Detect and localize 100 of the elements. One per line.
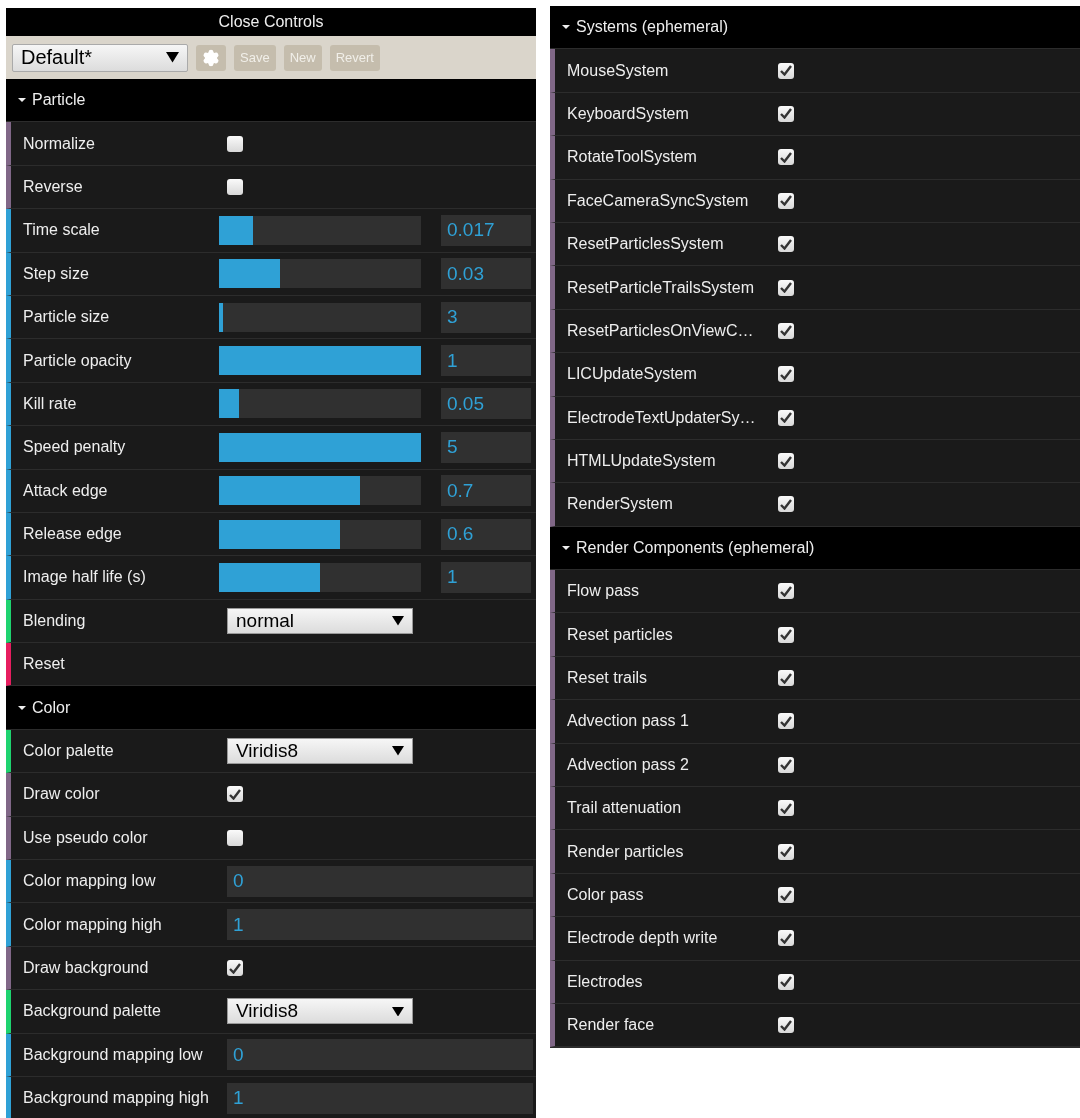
control-label: Time scale (23, 221, 101, 240)
control-label: MouseSystem (567, 61, 670, 80)
control-label: Trail attenuation (567, 799, 683, 818)
number-field[interactable]: 0.017 (441, 214, 531, 246)
checkbox[interactable] (778, 670, 794, 687)
checkbox[interactable] (227, 829, 243, 846)
control-label: Step size (23, 264, 90, 283)
control-label: Reverse (23, 177, 84, 196)
checkbox[interactable] (778, 626, 794, 643)
control-label: Kill rate (23, 394, 78, 413)
number-field[interactable]: 1 (441, 345, 531, 377)
control-label: FaceCameraSyncSystem (567, 191, 750, 210)
checkbox[interactable] (227, 178, 243, 195)
collapse-triangle-icon[interactable] (18, 703, 26, 712)
control-label: Color pass (567, 886, 645, 904)
number-field[interactable]: 0.6 (441, 518, 531, 550)
number-field[interactable]: 0.05 (441, 388, 531, 420)
folder-header[interactable]: Color (6, 686, 536, 730)
checkbox[interactable] (227, 786, 243, 803)
control-label: Color mapping low (23, 872, 157, 891)
folder-header[interactable]: Render Components (ephemeral) (550, 526, 1080, 571)
control-label: Color palette (23, 742, 115, 761)
checkbox[interactable] (227, 135, 243, 152)
checkbox[interactable] (778, 843, 794, 860)
number-field[interactable]: 0.03 (441, 258, 531, 290)
control-label: Background mapping low (23, 1045, 204, 1064)
control-label: Use pseudo color (23, 828, 149, 847)
checkbox[interactable] (778, 930, 794, 947)
control-label: Release edge (23, 525, 123, 544)
checkbox[interactable] (778, 279, 794, 296)
control-label: Draw background (23, 959, 150, 977)
control-label: Electrodes (567, 972, 644, 991)
control-label: Electrode depth write (567, 929, 719, 948)
control-label: ResetParticlesOnViewC… (567, 321, 755, 340)
control-label: Advection pass 2 (567, 755, 690, 774)
number-field[interactable]: 1 (441, 562, 531, 593)
checkbox[interactable] (778, 496, 794, 513)
control-label: Particle size (23, 308, 111, 327)
control-label: Draw color (23, 785, 101, 804)
checkbox[interactable] (778, 366, 794, 383)
checkbox[interactable] (778, 322, 794, 339)
control-label: Particle opacity (23, 351, 133, 370)
folder-header[interactable]: Systems (ephemeral) (550, 6, 1080, 50)
control-label: ResetParticleTrailsSystem (567, 278, 755, 297)
control-label: Blending (23, 611, 87, 630)
preset-dropdown[interactable]: Default* (12, 43, 188, 72)
checkbox[interactable] (778, 236, 794, 253)
caret-icon (166, 52, 179, 63)
number-field[interactable]: 1 (227, 1082, 533, 1114)
control-label: Normalize (23, 134, 96, 153)
control-label: ResetParticlesSystem (567, 235, 725, 254)
checkbox[interactable] (778, 800, 794, 817)
control-label: Background palette (23, 1002, 162, 1021)
control-label: HTMLUpdateSystem (567, 452, 717, 471)
checkbox[interactable] (778, 887, 794, 903)
dropdown[interactable]: Viridis8 (227, 998, 413, 1025)
close-controls-bar[interactable]: Close Controls (6, 8, 536, 36)
dropdown[interactable]: normal (227, 607, 413, 634)
control-label: KeyboardSystem (567, 104, 690, 123)
dropdown[interactable]: Viridis8 (227, 738, 413, 765)
number-field[interactable]: 3 (441, 301, 531, 333)
checkbox[interactable] (227, 960, 243, 976)
number-field[interactable]: 0 (227, 865, 533, 897)
checkbox[interactable] (778, 973, 794, 990)
number-field[interactable]: 0.7 (441, 475, 531, 507)
control-label: Advection pass 1 (567, 712, 690, 731)
control-label: Background mapping high (23, 1089, 210, 1108)
checkbox[interactable] (778, 409, 794, 426)
control-label: RenderSystem (567, 495, 674, 514)
number-field[interactable]: 5 (441, 431, 531, 463)
folder-header[interactable]: Particle (6, 79, 536, 123)
control-label: Flow pass (567, 582, 641, 601)
checkbox[interactable] (778, 62, 794, 79)
checkbox[interactable] (778, 1017, 794, 1034)
control-label: Render particles (567, 842, 685, 861)
control-label: Image half life (s) (23, 568, 147, 587)
control-label: ElectrodeTextUpdaterSy… (567, 408, 757, 427)
collapse-triangle-icon[interactable] (562, 23, 570, 32)
reset-button[interactable]: Reset (23, 655, 219, 674)
collapse-triangle-icon[interactable] (18, 96, 26, 105)
checkbox[interactable] (778, 149, 794, 166)
control-label: Color mapping high (23, 915, 163, 934)
control-label: Speed penalty (23, 438, 127, 457)
checkbox[interactable] (778, 192, 794, 209)
caret-icon (392, 616, 404, 626)
control-label: Reset particles (567, 625, 674, 644)
checkbox[interactable] (778, 453, 794, 470)
caret-icon (392, 1006, 404, 1017)
checkbox[interactable] (778, 756, 794, 773)
collapse-triangle-icon[interactable] (562, 543, 570, 552)
number-field[interactable]: 1 (227, 909, 533, 941)
checkbox[interactable] (778, 583, 794, 600)
number-field[interactable]: 0 (227, 1039, 533, 1071)
control-label: LICUpdateSystem (567, 365, 698, 384)
checkbox[interactable] (778, 713, 794, 730)
settings-icon (202, 48, 220, 67)
checkbox[interactable] (778, 105, 794, 122)
control-label: Attack edge (23, 481, 109, 500)
control-label: Reset trails (567, 669, 649, 688)
control-label: Render face (567, 1016, 656, 1035)
